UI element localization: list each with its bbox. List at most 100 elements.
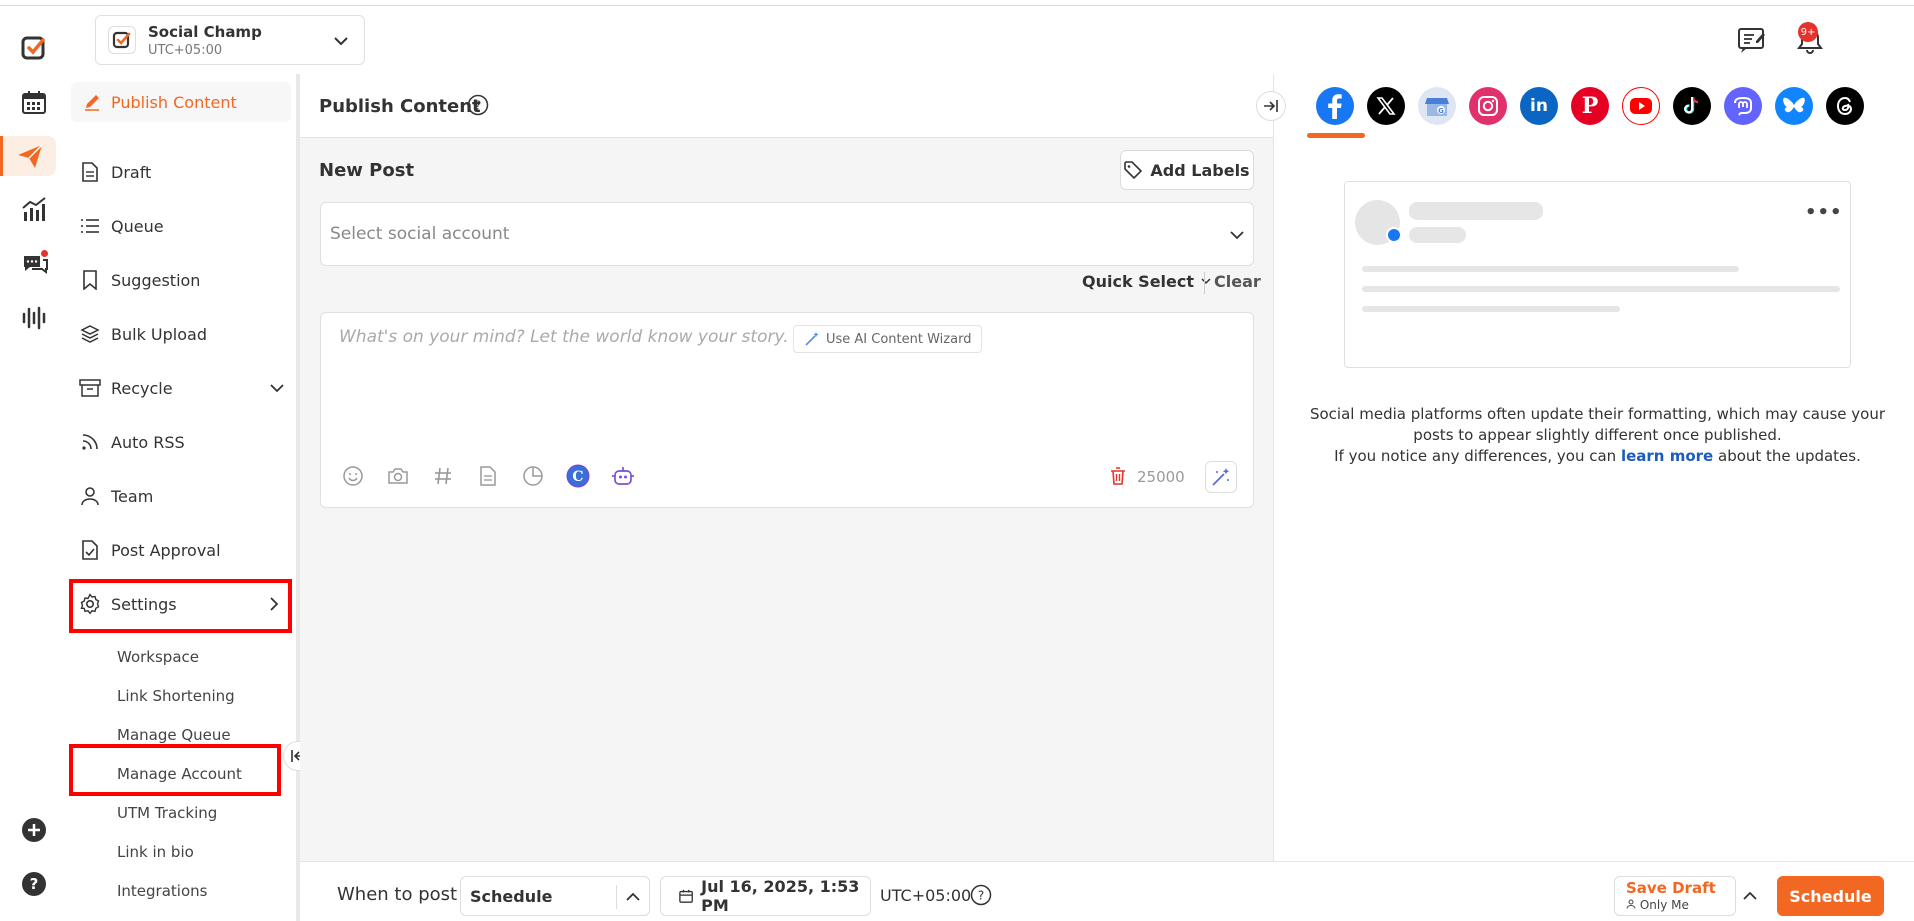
publish-nav-icon[interactable]: [0, 136, 56, 176]
poll-chart-icon[interactable]: [520, 463, 546, 489]
camera-icon[interactable]: [385, 463, 411, 489]
inbox-chat-icon[interactable]: [14, 244, 54, 284]
trash-icon[interactable]: [1105, 463, 1131, 489]
clear-button[interactable]: Clear: [1214, 272, 1261, 291]
workspace-timezone: UTC+05:00: [148, 42, 223, 58]
compose-note-icon[interactable]: [1736, 24, 1768, 56]
settings-sub-link-in-bio[interactable]: Link in bio: [117, 843, 194, 861]
sidebar-item-label: Recycle: [111, 378, 173, 398]
canva-icon[interactable]: C: [565, 463, 591, 489]
calendar-icon[interactable]: [14, 82, 54, 122]
settings-sub-integrations[interactable]: Integrations: [117, 882, 207, 900]
pinterest-icon[interactable]: P: [1571, 87, 1609, 125]
active-network-indicator: [1307, 133, 1365, 138]
settings-sub-workspace[interactable]: Workspace: [117, 648, 199, 666]
google-business-icon[interactable]: G: [1418, 87, 1456, 125]
learn-more-link[interactable]: learn more: [1621, 447, 1713, 465]
panel-divider: [1273, 74, 1274, 861]
add-labels-button[interactable]: Add Labels: [1120, 150, 1254, 190]
facebook-icon[interactable]: [1316, 87, 1354, 125]
document-icon: [79, 161, 101, 183]
user-icon: [79, 485, 101, 507]
skeleton-line: [1362, 306, 1620, 312]
ai-content-wizard-button[interactable]: Use AI Content Wizard: [793, 325, 983, 353]
magic-wand-icon: [1212, 468, 1230, 486]
formatting-note: Social media platforms often update thei…: [1300, 404, 1895, 467]
tag-icon: [1124, 161, 1143, 179]
post-composer[interactable]: What's on your mind? Let the world know …: [320, 312, 1254, 508]
date-time-picker[interactable]: Jul 16, 2025, 1:53 PM: [660, 876, 871, 916]
sidebar-item-suggestion[interactable]: Suggestion: [79, 262, 289, 298]
help-icon[interactable]: ?: [14, 864, 54, 904]
more-options-icon[interactable]: •••: [1805, 202, 1843, 223]
note-text-a: If you notice any differences, you can: [1334, 447, 1617, 465]
page-title: Publish Content: [319, 96, 481, 117]
youtube-icon[interactable]: [1622, 87, 1660, 125]
magic-wand-button[interactable]: [1205, 461, 1237, 493]
svg-text:C: C: [572, 469, 583, 485]
schedule-button[interactable]: Schedule: [1777, 876, 1884, 916]
ai-wizard-label: Use AI Content Wizard: [826, 331, 972, 347]
sidebar-header-publish-content[interactable]: Publish Content: [71, 82, 291, 122]
sidebar-item-auto-rss[interactable]: Auto RSS: [79, 424, 289, 460]
add-icon[interactable]: [14, 810, 54, 850]
chevron-up-icon[interactable]: [1742, 888, 1758, 908]
document-icon[interactable]: [475, 463, 501, 489]
svg-text:?: ?: [30, 875, 39, 893]
toggle-preview-button[interactable]: [1256, 91, 1286, 121]
sidebar-item-bulk-upload[interactable]: Bulk Upload: [79, 316, 289, 352]
sidebar-item-label: Suggestion: [111, 270, 201, 290]
analytics-icon[interactable]: [14, 190, 54, 230]
sidebar-item-draft[interactable]: Draft: [79, 154, 289, 190]
settings-sub-link-shortening[interactable]: Link Shortening: [117, 687, 235, 705]
rss-icon: [79, 431, 101, 453]
sidebar-item-queue[interactable]: Queue: [79, 208, 289, 244]
sidebar-header-label: Publish Content: [111, 92, 237, 112]
bluesky-icon[interactable]: [1775, 87, 1813, 125]
svg-text:G: G: [1438, 107, 1444, 115]
ai-bot-icon[interactable]: [610, 463, 636, 489]
settings-sub-utm-tracking[interactable]: UTM Tracking: [117, 804, 217, 822]
linkedin-icon[interactable]: in: [1520, 87, 1558, 125]
threads-icon[interactable]: [1826, 87, 1864, 125]
x-twitter-icon[interactable]: [1367, 87, 1405, 125]
sidebar-item-team[interactable]: Team: [79, 478, 289, 514]
help-circle-icon[interactable]: ?: [970, 884, 992, 910]
workspace-logo-icon: [108, 26, 136, 54]
sidebar-item-label: Auto RSS: [111, 432, 185, 452]
schedule-mode-select[interactable]: Schedule: [460, 876, 650, 916]
when-to-post-label: When to post: [337, 884, 458, 905]
sidebar-item-recycle[interactable]: Recycle: [79, 370, 289, 406]
emoji-icon[interactable]: [340, 463, 366, 489]
bookmark-icon: [79, 269, 101, 291]
draft-visibility-value: Only Me: [1639, 898, 1689, 912]
composer-area: New Post Add Labels Select social accoun…: [300, 138, 1273, 861]
hashtag-icon[interactable]: [430, 463, 456, 489]
chevron-down-icon: [332, 32, 350, 54]
listening-icon[interactable]: [14, 298, 54, 338]
character-count: 25000: [1137, 468, 1185, 486]
notification-badge: 9+: [1798, 22, 1818, 42]
svg-text:?: ?: [978, 889, 984, 903]
list-icon: [79, 215, 101, 237]
settings-sub-manage-queue[interactable]: Manage Queue: [117, 726, 231, 744]
pencil-icon: [85, 95, 99, 111]
highlight-settings: [69, 579, 292, 633]
quick-select-dropdown[interactable]: Quick Select: [1082, 272, 1212, 291]
quick-select-divider: [1204, 272, 1205, 294]
workspace-name: Social Champ: [148, 22, 262, 41]
post-preview-card: •••: [1344, 181, 1851, 368]
instagram-icon[interactable]: [1469, 87, 1507, 125]
workspace-selector[interactable]: Social Champ UTC+05:00: [95, 15, 365, 65]
mastodon-icon[interactable]: [1724, 87, 1762, 125]
main-header: Publish Content ?: [300, 74, 1273, 138]
sidebar-item-post-approval[interactable]: Post Approval: [79, 532, 289, 568]
magic-wand-icon: [805, 332, 819, 346]
tiktok-icon[interactable]: [1673, 87, 1711, 125]
select-social-account-dropdown[interactable]: Select social account: [320, 202, 1254, 266]
help-circle-icon[interactable]: ?: [467, 94, 489, 120]
timezone-label: UTC+05:00: [880, 886, 972, 905]
facebook-small-icon: [1386, 227, 1402, 243]
save-draft-button[interactable]: Save Draft Only Me: [1614, 876, 1736, 916]
app-logo-icon[interactable]: [14, 28, 54, 68]
